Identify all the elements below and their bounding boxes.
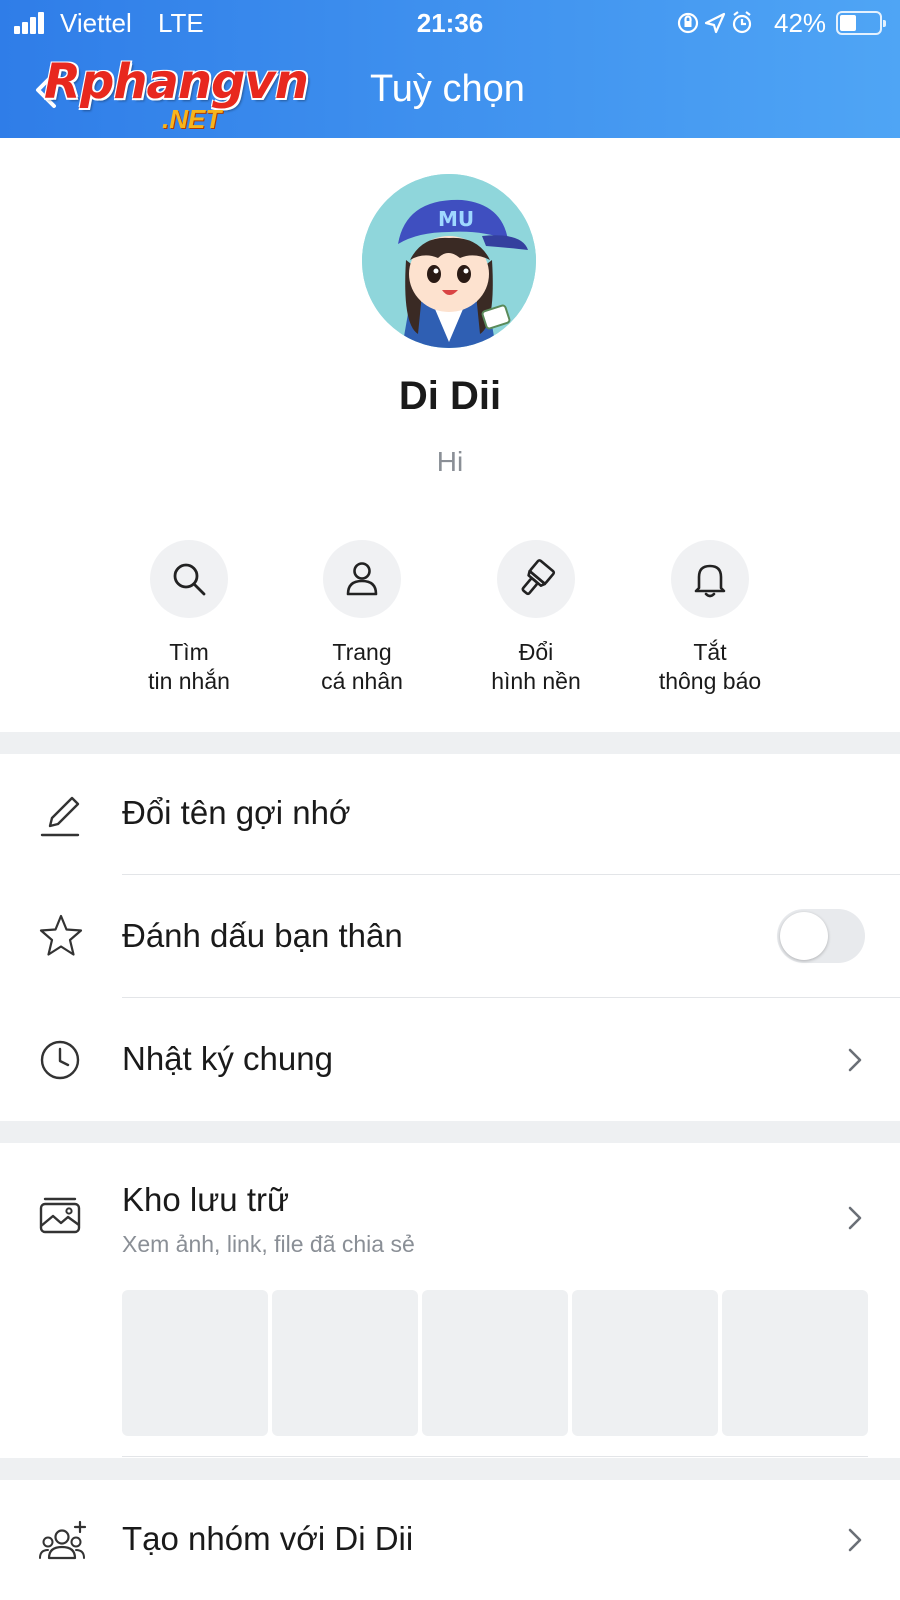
media-thumbnail[interactable]: [422, 1290, 568, 1436]
bell-icon: [694, 564, 726, 598]
create-group-label: Tạo nhóm với Di Dii: [122, 1520, 414, 1557]
alarm-icon: [732, 11, 752, 34]
storage-label: Kho lưu trữ: [122, 1181, 290, 1218]
profile-status: Hi: [436, 446, 464, 477]
pencil-icon: [40, 796, 80, 837]
photo-folder-icon: [39, 1197, 81, 1234]
mark-best-friend-row[interactable]: Đánh dấu bạn thân: [0, 875, 900, 997]
logo-text: Rphangvn: [44, 54, 309, 110]
chevron-right-icon: [848, 1528, 862, 1552]
rotation-lock-icon: [677, 12, 699, 34]
storage-sublabel: Xem ảnh, link, file đã chia sẻ: [122, 1231, 415, 1257]
search-messages-label-1: Tìm: [169, 639, 209, 665]
media-thumbnail[interactable]: [272, 1290, 418, 1436]
mark-best-friend-label: Đánh dấu bạn thân: [122, 917, 403, 954]
logo-suffix: .NET: [162, 104, 222, 134]
chevron-right-icon: [848, 1048, 862, 1072]
search-messages-label-2: tin nhắn: [148, 668, 230, 694]
create-group-row[interactable]: Tạo nhóm với Di Dii: [0, 1480, 900, 1600]
status-time: 21:36: [416, 8, 484, 38]
rename-nickname-label: Đổi tên gợi nhớ: [122, 794, 351, 831]
storage-row[interactable]: Kho lưu trữ Xem ảnh, link, file đã chia …: [0, 1143, 900, 1277]
view-profile-label-1: Trang: [332, 639, 392, 665]
section-divider: [0, 1458, 900, 1480]
person-icon: [346, 562, 378, 596]
chevron-right-icon: [848, 1206, 862, 1230]
status-bar: Viettel LTE 21:36 42%: [0, 0, 900, 46]
star-icon: [39, 914, 83, 956]
add-group-icon: [39, 1520, 87, 1560]
search-messages-button[interactable]: Tìm tin nhắn: [99, 540, 279, 696]
media-thumbnail[interactable]: [122, 1290, 268, 1436]
change-wallpaper-label-2: hình nền: [491, 668, 581, 694]
paintbrush-icon: [521, 559, 556, 596]
best-friend-toggle[interactable]: [777, 909, 865, 963]
clock-icon: [40, 1040, 80, 1080]
battery-percent: 42%: [774, 8, 827, 38]
search-icon: [173, 563, 206, 596]
view-profile-label-2: cá nhân: [321, 668, 403, 694]
profile-name: Di Dii: [398, 374, 502, 418]
section-divider: [0, 1121, 900, 1143]
media-thumbnail[interactable]: [722, 1290, 868, 1436]
avatar-illustration: MU: [362, 174, 536, 348]
row-divider: [122, 1456, 868, 1457]
battery-icon: [836, 11, 886, 35]
media-thumbnails: [122, 1290, 868, 1436]
svg-text:MU: MU: [438, 207, 474, 231]
location-arrow-icon: [704, 12, 726, 34]
mute-notifications-label-1: Tắt: [693, 639, 727, 665]
avatar[interactable]: MU: [362, 174, 536, 348]
rename-nickname-row[interactable]: Đổi tên gợi nhớ: [0, 754, 900, 874]
mute-notifications-label-2: thông báo: [658, 668, 762, 694]
shared-timeline-row[interactable]: Nhật ký chung: [0, 998, 900, 1120]
mute-notifications-button[interactable]: Tắt thông báo: [620, 540, 800, 696]
view-profile-button[interactable]: Trang cá nhân: [272, 540, 452, 696]
status-icons: [677, 11, 752, 34]
shared-timeline-label: Nhật ký chung: [122, 1040, 333, 1077]
change-wallpaper-button[interactable]: Đổi hình nền: [446, 540, 626, 696]
media-thumbnail[interactable]: [572, 1290, 718, 1436]
header-bar: Viettel LTE 21:36 42% Rphangvn .NET Tuỳ …: [0, 0, 900, 138]
change-wallpaper-label-1: Đổi: [518, 639, 554, 665]
watermark-logo: Rphangvn .NET: [44, 54, 324, 138]
section-divider: [0, 732, 900, 754]
page-title: Tuỳ chọn: [370, 68, 525, 110]
